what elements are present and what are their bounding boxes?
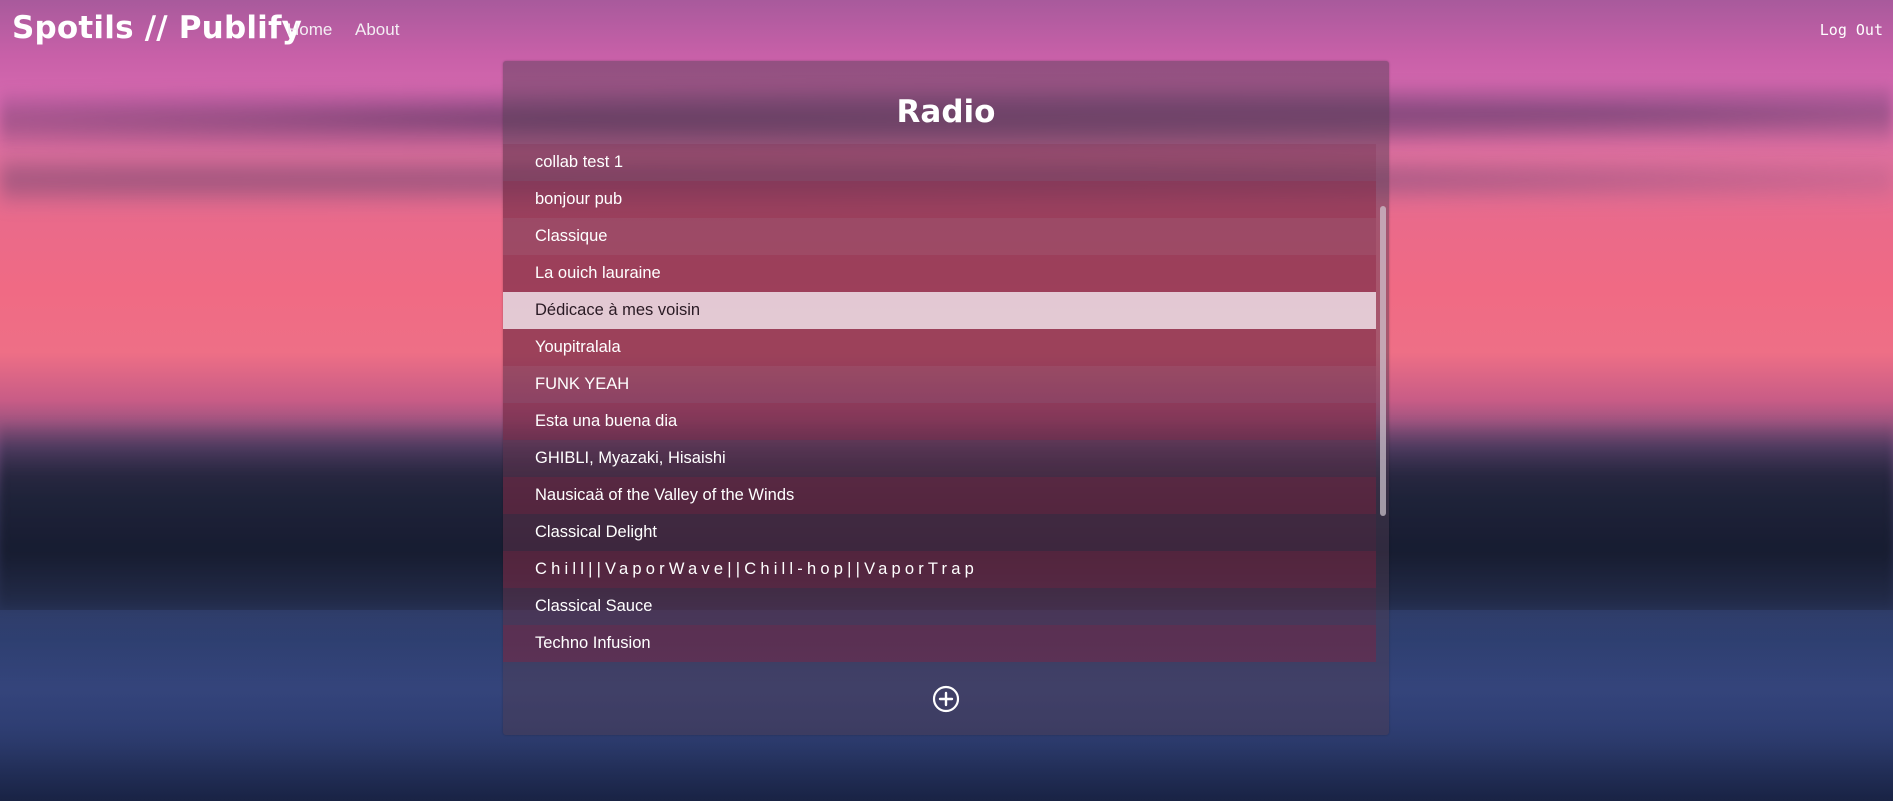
nav-about-link[interactable]: About [355, 20, 399, 40]
playlist-item[interactable]: Dédicace à mes voisin [503, 292, 1376, 329]
top-navbar: Spotils // Publify Home About Log Out [0, 0, 1893, 60]
playlist-scrollbar[interactable] [1379, 144, 1389, 666]
nav-home-link[interactable]: Home [287, 20, 332, 40]
plus-circle-icon [932, 685, 960, 713]
playlist-item[interactable]: bonjour pub [503, 181, 1376, 218]
page-title: Radio [896, 93, 996, 130]
playlist-item[interactable]: Classical Sauce [503, 588, 1376, 625]
add-playlist-button[interactable] [932, 685, 960, 713]
playlist-item[interactable]: Youpitralala [503, 329, 1376, 366]
playlist-item[interactable]: Classique [503, 218, 1376, 255]
brand-logo[interactable]: Spotils // Publify [12, 10, 302, 46]
playlist-item[interactable]: GHIBLI, Myazaki, Hisaishi [503, 440, 1376, 477]
scrollbar-thumb[interactable] [1380, 206, 1386, 516]
playlist-item[interactable]: La ouich lauraine [503, 255, 1376, 292]
logout-link[interactable]: Log Out [1820, 21, 1883, 39]
playlist-item[interactable]: Esta una buena dia [503, 403, 1376, 440]
playlist-item[interactable]: collab test 1 [503, 144, 1376, 181]
playlist-item[interactable]: Nausicaä of the Valley of the Winds [503, 477, 1376, 514]
playlist-item[interactable]: Chill||VaporWave||Chill-hop||VaporTrap [503, 551, 1376, 588]
playlist-item[interactable]: FUNK YEAH [503, 366, 1376, 403]
radio-panel: Radio collab test 1 bonjour pub Classique L… [503, 61, 1389, 735]
playlist-list[interactable]: collab test 1 bonjour pub Classique La ouic… [503, 144, 1376, 666]
playlist-item[interactable]: Classical Delight [503, 514, 1376, 551]
playlist-item[interactable]: Techno Infusion [503, 625, 1376, 662]
